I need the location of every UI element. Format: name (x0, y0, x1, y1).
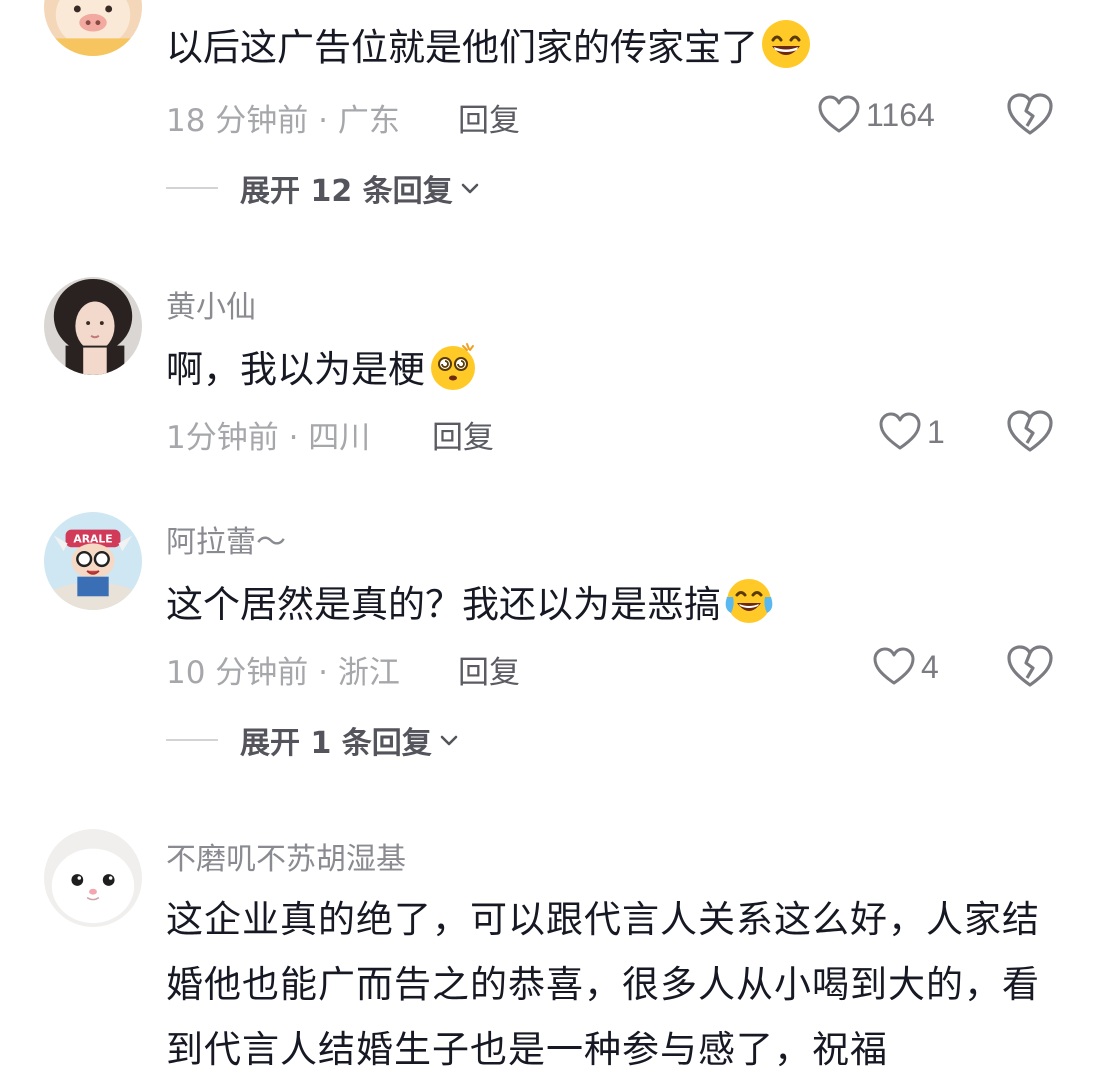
heart-outline-icon (877, 409, 923, 455)
expand-replies-label: 展开 12 条回复 (240, 174, 453, 209)
chevron-down-icon (459, 177, 481, 199)
reply-button[interactable]: 回复 (458, 95, 520, 140)
username[interactable]: 不磨叽不苏胡湿基 (166, 834, 406, 878)
comment-location: 四川 (308, 420, 371, 456)
comment-meta: 18 分钟前 · 广东 (166, 95, 400, 140)
like-button[interactable]: 1164 (816, 90, 935, 140)
broken-heart-icon (1004, 406, 1056, 458)
comment-time: 10 分钟前 (166, 655, 309, 691)
reply-button[interactable]: 回复 (432, 412, 494, 457)
comment-location: 广东 (337, 103, 400, 139)
username[interactable]: 阿拉蕾～ (166, 517, 286, 561)
meta-separator: · (278, 420, 309, 456)
heart-outline-icon (871, 644, 917, 690)
like-count: 1 (927, 413, 945, 450)
comment-text: 啊，我以为是梗 (166, 340, 479, 398)
like-count: 4 (921, 648, 939, 685)
dislike-button[interactable] (1004, 641, 1056, 693)
broken-heart-icon (1004, 641, 1056, 693)
like-button[interactable]: 1 (877, 407, 945, 457)
like-count: 1164 (866, 96, 935, 133)
comment-location: 浙江 (337, 655, 400, 691)
comment-meta: 10 分钟前 · 浙江 (166, 647, 400, 692)
expand-replies-label: 展开 1 条回复 (240, 726, 432, 761)
expand-divider (166, 739, 218, 741)
broken-heart-icon (1004, 89, 1056, 141)
comment-text-content: 这个居然是真的？我还以为是恶搞 (166, 583, 721, 626)
comment-item: 不磨叽不苏胡湿基 这企业真的绝了，可以跟代言人关系这么好，人家结婚他也能广而告之… (0, 812, 1098, 1080)
comment-text-content: 啊，我以为是梗 (166, 348, 425, 391)
avatar[interactable] (44, 277, 142, 375)
dislike-button[interactable] (1004, 406, 1056, 458)
meta-separator: · (308, 655, 338, 691)
avatar[interactable]: ARALE (44, 512, 142, 610)
grinning-face-emoji-icon (760, 18, 812, 70)
heart-outline-icon (816, 92, 862, 138)
comment-item: 以后这广告位就是他们家的传家宝了 18 分钟前 · 广东 回复 1164 展开 … (0, 0, 1098, 240)
like-button[interactable]: 4 (871, 642, 939, 692)
dislike-button[interactable] (1004, 89, 1056, 141)
avatar[interactable] (44, 829, 142, 927)
laughing-tears-emoji-icon (723, 575, 775, 627)
username[interactable]: 黄小仙 (166, 282, 256, 326)
comment-time: 1分钟前 (166, 420, 279, 456)
comment-time: 18 分钟前 (166, 103, 309, 139)
comment-text-content: 以后这广告位就是他们家的传家宝了 (166, 26, 758, 69)
avatar[interactable] (44, 0, 142, 56)
comment-item: 黄小仙 啊，我以为是梗 1分钟前 · 四川 回复 1 (0, 260, 1098, 480)
chevron-down-icon (438, 729, 460, 751)
expand-replies-button[interactable]: 展开 12 条回复 (166, 168, 481, 209)
comment-item: ARALE 阿拉蕾～ 这个居然是真的？我还以为是恶搞 10 分钟前 · 浙江 回… (0, 495, 1098, 795)
expand-divider (166, 187, 218, 189)
reply-button[interactable]: 回复 (458, 647, 520, 692)
meta-separator: · (308, 103, 338, 139)
expand-replies-button[interactable]: 展开 1 条回复 (166, 720, 460, 761)
comment-text: 这企业真的绝了，可以跟代言人关系这么好，人家结婚他也能广而告之的恭喜，很多人从小… (166, 898, 1040, 1071)
comment-text: 这个居然是真的？我还以为是恶搞 (166, 575, 775, 633)
dizzy-face-emoji-icon (427, 340, 479, 392)
comment-meta: 1分钟前 · 四川 (166, 412, 370, 457)
comment-text: 以后这广告位就是他们家的传家宝了 (166, 18, 812, 76)
